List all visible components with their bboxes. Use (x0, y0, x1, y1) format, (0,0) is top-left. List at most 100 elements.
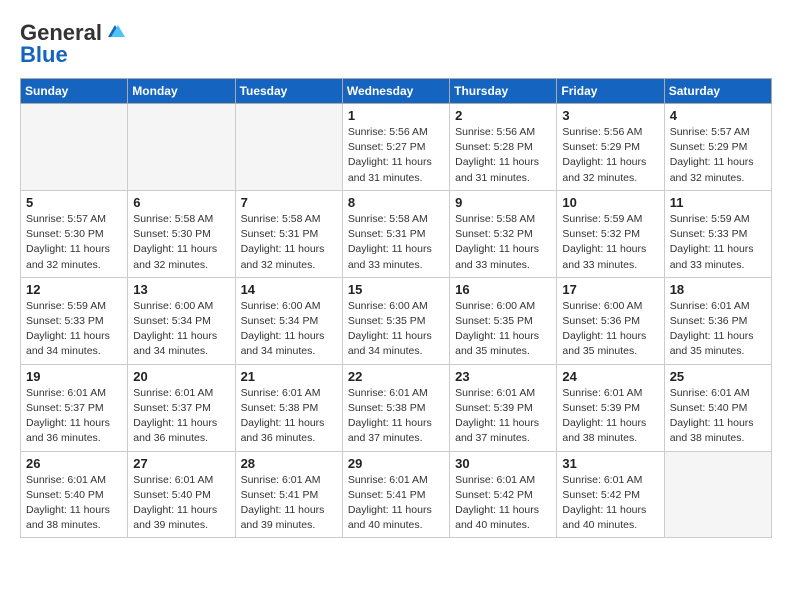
day-number: 13 (133, 282, 229, 297)
day-number: 9 (455, 195, 551, 210)
weekday-header-sunday: Sunday (21, 79, 128, 104)
day-info: Sunrise: 5:57 AMSunset: 5:29 PMDaylight:… (670, 125, 766, 186)
day-info: Sunrise: 6:01 AMSunset: 5:41 PMDaylight:… (241, 473, 337, 534)
calendar-cell: 6 Sunrise: 5:58 AMSunset: 5:30 PMDaylight… (128, 190, 235, 277)
day-info: Sunrise: 5:58 AMSunset: 5:30 PMDaylight:… (133, 212, 229, 273)
calendar-cell: 29 Sunrise: 6:01 AMSunset: 5:41 PMDayligh… (342, 451, 449, 538)
calendar-cell: 11 Sunrise: 5:59 AMSunset: 5:33 PMDayligh… (664, 190, 771, 277)
day-number: 6 (133, 195, 229, 210)
calendar-cell: 13 Sunrise: 6:00 AMSunset: 5:34 PMDayligh… (128, 277, 235, 364)
week-row-5: 26Sunrise: 6:01 AMSunset: 5:40 PMDayligh… (21, 451, 772, 538)
calendar-cell: 24 Sunrise: 6:01 AMSunset: 5:39 PMDayligh… (557, 364, 664, 451)
day-number: 22 (348, 369, 444, 384)
day-number: 30 (455, 456, 551, 471)
day-info: Sunrise: 6:01 AMSunset: 5:39 PMDaylight:… (562, 386, 658, 447)
day-info: Sunrise: 6:01 AMSunset: 5:41 PMDaylight:… (348, 473, 444, 534)
day-number: 5 (26, 195, 122, 210)
day-info: Sunrise: 6:01 AMSunset: 5:39 PMDaylight:… (455, 386, 551, 447)
page-header: General Blue (20, 20, 772, 68)
day-number: 18 (670, 282, 766, 297)
day-number: 21 (241, 369, 337, 384)
calendar-cell: 2 Sunrise: 5:56 AMSunset: 5:28 PMDaylight… (450, 104, 557, 191)
calendar-cell: 15 Sunrise: 6:00 AMSunset: 5:35 PMDayligh… (342, 277, 449, 364)
calendar-cell: 30 Sunrise: 6:01 AMSunset: 5:42 PMDayligh… (450, 451, 557, 538)
day-number: 31 (562, 456, 658, 471)
day-info: Sunrise: 6:01 AMSunset: 5:42 PMDaylight:… (562, 473, 658, 534)
day-info: Sunrise: 5:59 AMSunset: 5:33 PMDaylight:… (670, 212, 766, 273)
day-info: Sunrise: 6:00 AMSunset: 5:35 PMDaylight:… (455, 299, 551, 360)
calendar-cell (235, 104, 342, 191)
day-info: Sunrise: 6:00 AMSunset: 5:36 PMDaylight:… (562, 299, 658, 360)
day-number: 10 (562, 195, 658, 210)
day-info: Sunrise: 5:56 AMSunset: 5:27 PMDaylight:… (348, 125, 444, 186)
day-number: 25 (670, 369, 766, 384)
day-number: 27 (133, 456, 229, 471)
calendar-cell: 27 Sunrise: 6:01 AMSunset: 5:40 PMDayligh… (128, 451, 235, 538)
day-info: Sunrise: 6:01 AMSunset: 5:37 PMDaylight:… (26, 386, 122, 447)
day-info: Sunrise: 6:01 AMSunset: 5:38 PMDaylight:… (241, 386, 337, 447)
calendar-cell: 20 Sunrise: 6:01 AMSunset: 5:37 PMDayligh… (128, 364, 235, 451)
calendar-cell: 16 Sunrise: 6:00 AMSunset: 5:35 PMDayligh… (450, 277, 557, 364)
day-info: Sunrise: 6:01 AMSunset: 5:38 PMDaylight:… (348, 386, 444, 447)
logo-blue: Blue (20, 42, 68, 68)
day-number: 12 (26, 282, 122, 297)
day-info: Sunrise: 6:00 AMSunset: 5:35 PMDaylight:… (348, 299, 444, 360)
calendar-cell: 26Sunrise: 6:01 AMSunset: 5:40 PMDayligh… (21, 451, 128, 538)
calendar-cell: 1Sunrise: 5:56 AMSunset: 5:27 PMDaylight… (342, 104, 449, 191)
calendar-cell: 31 Sunrise: 6:01 AMSunset: 5:42 PMDayligh… (557, 451, 664, 538)
calendar-cell: 25 Sunrise: 6:01 AMSunset: 5:40 PMDayligh… (664, 364, 771, 451)
calendar-cell: 17 Sunrise: 6:00 AMSunset: 5:36 PMDayligh… (557, 277, 664, 364)
day-info: Sunrise: 5:58 AMSunset: 5:31 PMDaylight:… (348, 212, 444, 273)
day-number: 15 (348, 282, 444, 297)
day-info: Sunrise: 5:57 AMSunset: 5:30 PMDaylight:… (26, 212, 122, 273)
weekday-header-tuesday: Tuesday (235, 79, 342, 104)
day-number: 20 (133, 369, 229, 384)
weekday-header-saturday: Saturday (664, 79, 771, 104)
day-number: 16 (455, 282, 551, 297)
weekday-header-monday: Monday (128, 79, 235, 104)
calendar-cell: 5 Sunrise: 5:57 AMSunset: 5:30 PMDaylight… (21, 190, 128, 277)
week-row-2: 5 Sunrise: 5:57 AMSunset: 5:30 PMDaylight… (21, 190, 772, 277)
day-number: 4 (670, 108, 766, 123)
day-info: Sunrise: 5:59 AMSunset: 5:33 PMDaylight:… (26, 299, 122, 360)
week-row-4: 19 Sunrise: 6:01 AMSunset: 5:37 PMDayligh… (21, 364, 772, 451)
calendar-cell: 18Sunrise: 6:01 AMSunset: 5:36 PMDayligh… (664, 277, 771, 364)
day-number: 11 (670, 195, 766, 210)
day-info: Sunrise: 6:01 AMSunset: 5:37 PMDaylight:… (133, 386, 229, 447)
calendar-cell (21, 104, 128, 191)
calendar-cell: 7Sunrise: 5:58 AMSunset: 5:31 PMDaylight… (235, 190, 342, 277)
day-number: 8 (348, 195, 444, 210)
calendar-cell (664, 451, 771, 538)
day-number: 2 (455, 108, 551, 123)
day-info: Sunrise: 5:56 AMSunset: 5:28 PMDaylight:… (455, 125, 551, 186)
calendar-cell: 9 Sunrise: 5:58 AMSunset: 5:32 PMDaylight… (450, 190, 557, 277)
day-info: Sunrise: 6:00 AMSunset: 5:34 PMDaylight:… (241, 299, 337, 360)
calendar-cell: 10Sunrise: 5:59 AMSunset: 5:32 PMDayligh… (557, 190, 664, 277)
day-number: 23 (455, 369, 551, 384)
logo: General Blue (20, 20, 126, 68)
day-number: 24 (562, 369, 658, 384)
day-number: 19 (26, 369, 122, 384)
day-number: 3 (562, 108, 658, 123)
weekday-header-wednesday: Wednesday (342, 79, 449, 104)
day-info: Sunrise: 6:01 AMSunset: 5:42 PMDaylight:… (455, 473, 551, 534)
day-info: Sunrise: 6:00 AMSunset: 5:34 PMDaylight:… (133, 299, 229, 360)
calendar-cell: 23 Sunrise: 6:01 AMSunset: 5:39 PMDayligh… (450, 364, 557, 451)
calendar-cell: 21 Sunrise: 6:01 AMSunset: 5:38 PMDayligh… (235, 364, 342, 451)
day-number: 28 (241, 456, 337, 471)
calendar-cell: 19 Sunrise: 6:01 AMSunset: 5:37 PMDayligh… (21, 364, 128, 451)
day-number: 17 (562, 282, 658, 297)
weekday-header-thursday: Thursday (450, 79, 557, 104)
day-info: Sunrise: 6:01 AMSunset: 5:40 PMDaylight:… (670, 386, 766, 447)
weekday-header-row: SundayMondayTuesdayWednesdayThursdayFrid… (21, 79, 772, 104)
day-info: Sunrise: 5:58 AMSunset: 5:32 PMDaylight:… (455, 212, 551, 273)
day-number: 29 (348, 456, 444, 471)
day-number: 7 (241, 195, 337, 210)
calendar-cell: 8 Sunrise: 5:58 AMSunset: 5:31 PMDaylight… (342, 190, 449, 277)
weekday-header-friday: Friday (557, 79, 664, 104)
calendar-cell: 3Sunrise: 5:56 AMSunset: 5:29 PMDaylight… (557, 104, 664, 191)
logo-icon (104, 23, 126, 41)
week-row-1: 1Sunrise: 5:56 AMSunset: 5:27 PMDaylight… (21, 104, 772, 191)
calendar-cell: 28 Sunrise: 6:01 AMSunset: 5:41 PMDayligh… (235, 451, 342, 538)
day-info: Sunrise: 6:01 AMSunset: 5:40 PMDaylight:… (133, 473, 229, 534)
